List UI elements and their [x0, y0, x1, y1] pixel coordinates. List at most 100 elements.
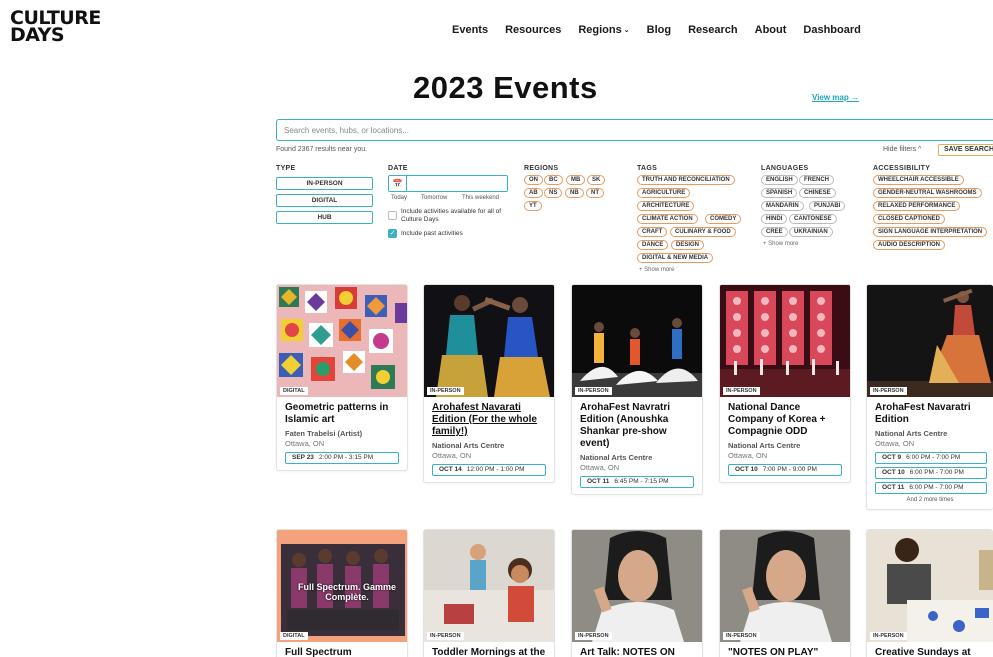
event-title: Full Spectrum [285, 647, 352, 657]
lang-english[interactable]: ENGLISH [761, 175, 798, 185]
lang-punjabi[interactable]: PUNJABI [809, 201, 846, 211]
acc-audio-description[interactable]: AUDIO DESCRIPTION [873, 240, 946, 250]
region-ab[interactable]: AB [524, 188, 543, 198]
event-organizer: National Arts Centre [580, 453, 653, 462]
region-nt[interactable]: NT [586, 188, 604, 198]
region-sk[interactable]: SK [587, 175, 606, 185]
tag-climate-action[interactable]: CLIMATE ACTION [637, 214, 698, 224]
event-type-badge: IN-PERSON [575, 387, 612, 395]
date-today[interactable]: Today [391, 195, 407, 201]
region-bc[interactable]: BC [544, 175, 563, 185]
region-mb[interactable]: MB [566, 175, 586, 185]
include-past-label: Include past activities [401, 230, 463, 237]
tag-digital-new-media[interactable]: DIGITAL & NEW MEDIA [637, 253, 714, 263]
region-on[interactable]: ON [524, 175, 543, 185]
tag-design[interactable]: DESIGN [671, 240, 705, 250]
nav-research[interactable]: Research [688, 24, 738, 36]
event-type-badge: IN-PERSON [427, 632, 464, 640]
event-location: Ottawa, ON [875, 439, 915, 448]
acc-sign-language[interactable]: SIGN LANGUAGE INTERPRETATION [873, 227, 988, 237]
type-digital-button[interactable]: DIGITAL [276, 194, 373, 207]
acc-closed-captioned[interactable]: CLOSED CAPTIONED [873, 214, 946, 224]
save-search-button[interactable]: SAVE SEARCH [938, 144, 993, 156]
event-card[interactable]: IN-PERSON Arohafest Navarati Edition (Fo… [423, 284, 555, 483]
main-nav: Events Resources Regions ⌄ Blog Research … [452, 24, 878, 36]
logo-line-2: DAYS [10, 24, 65, 46]
lang-cree[interactable]: CREE [761, 227, 788, 237]
event-card[interactable]: IN-PERSON National Dance Company of Kore… [719, 284, 851, 483]
tag-dance[interactable]: DANCE [637, 240, 669, 250]
date-tomorrow[interactable]: Tomorrow [421, 195, 447, 201]
type-in-person-button[interactable]: IN-PERSON [276, 177, 373, 190]
type-hub-button[interactable]: HUB [276, 211, 373, 224]
tag-truth-reconciliation[interactable]: TRUTH AND RECONCILIATION [637, 175, 735, 185]
acc-gender-neutral[interactable]: GENDER-NEUTRAL WASHROOMS [873, 188, 982, 198]
more-times-link[interactable]: And 2 more times [867, 494, 993, 509]
languages-show-more[interactable]: + Show more [763, 241, 799, 247]
event-image: IN-PERSON [572, 530, 702, 642]
event-type-badge: DIGITAL [280, 632, 308, 640]
lang-mandarin[interactable]: MANDARIN [761, 201, 804, 211]
acc-wheelchair[interactable]: WHEELCHAIR ACCESSIBLE [873, 175, 964, 185]
event-card[interactable]: IN-PERSON ArohaFest Navratri Edition (An… [571, 284, 703, 495]
search-input[interactable] [277, 120, 993, 141]
tag-craft[interactable]: CRAFT [637, 227, 668, 237]
event-date-slot[interactable]: SEP 23 2:00 PM - 3:15 PM [285, 452, 399, 464]
nav-resources[interactable]: Resources [505, 24, 561, 36]
region-yt[interactable]: YT [524, 201, 542, 211]
event-date-slot[interactable]: OCT 9 6:00 PM - 7:00 PM [875, 452, 987, 464]
view-map-link[interactable]: View map → [812, 93, 859, 102]
event-date-slot[interactable]: OCT 10 7:00 PM - 9:00 PM [728, 464, 842, 476]
region-ns[interactable]: NS [544, 188, 563, 198]
date-this-weekend[interactable]: This weekend [462, 195, 499, 201]
tags-show-more[interactable]: + Show more [639, 267, 675, 273]
tag-culinary-food[interactable]: CULINARY & FOOD [670, 227, 736, 237]
event-location: Ottawa, ON [580, 463, 620, 472]
event-date-slot[interactable]: OCT 14 12:00 PM - 1:00 PM [432, 464, 546, 476]
nav-blog[interactable]: Blog [647, 24, 671, 36]
event-card[interactable]: Full Spectrum. Gamme Complète. DIGITAL F… [276, 529, 408, 657]
event-date-slot[interactable]: OCT 11 6:00 PM - 7:00 PM [875, 482, 987, 494]
event-card[interactable]: IN-PERSON ArohaFest Navaratri Edition Na… [866, 284, 993, 510]
lang-ukrainian[interactable]: UKRAINIAN [789, 227, 833, 237]
nav-regions[interactable]: Regions ⌄ [578, 24, 629, 36]
event-title: ArohaFest Navratri Edition (Anoushka Sha… [580, 402, 671, 449]
region-nb[interactable]: NB [565, 188, 584, 198]
hide-filters-toggle[interactable]: Hide filters ^ [883, 146, 921, 153]
date-filter-label: DATE [388, 165, 408, 172]
event-time: 6:45 PM - 7:15 PM [614, 478, 669, 485]
lang-spanish[interactable]: SPANISH [761, 188, 798, 198]
event-date-slot[interactable]: OCT 10 6:00 PM - 7:00 PM [875, 467, 987, 479]
event-date-slot[interactable]: OCT 11 6:45 PM - 7:15 PM [580, 476, 694, 488]
lang-hindi[interactable]: HINDI [761, 214, 788, 224]
nav-dashboard[interactable]: Dashboard [803, 24, 860, 36]
date-picker[interactable]: 📅 [388, 175, 508, 192]
lang-chinese[interactable]: CHINESE [799, 188, 836, 198]
lang-cantonese[interactable]: CANTONESE [789, 214, 837, 224]
event-card[interactable]: IN-PERSON Creative Sundays at the [866, 529, 993, 657]
acc-relaxed[interactable]: RELAXED PERFORMANCE [873, 201, 961, 211]
event-card[interactable]: DIGITAL Geometric patterns in Islamic ar… [276, 284, 408, 471]
nav-regions-label: Regions [578, 24, 622, 36]
include-past-checkbox[interactable]: ✓ [388, 229, 397, 238]
tag-architecture[interactable]: ARCHITECTURE [637, 201, 695, 211]
event-card[interactable]: IN-PERSON "NOTES ON PLAY" [719, 529, 851, 657]
event-time: 6:00 PM - 7:00 PM [906, 454, 961, 461]
tag-comedy[interactable]: COMEDY [705, 214, 742, 224]
event-card[interactable]: IN-PERSON Art Talk: NOTES ON [571, 529, 703, 657]
event-title[interactable]: Arohafest Navarati Edition (For the whol… [424, 397, 554, 438]
event-image: IN-PERSON [572, 285, 702, 397]
event-type-badge: IN-PERSON [427, 387, 464, 395]
include-all-checkbox[interactable] [388, 211, 397, 220]
nav-about[interactable]: About [755, 24, 787, 36]
culture-days-logo[interactable]: CULTURE DAYS [10, 9, 101, 46]
event-image: IN-PERSON [720, 285, 850, 397]
event-type-badge: IN-PERSON [723, 387, 760, 395]
type-filter-label: TYPE [276, 165, 296, 172]
lang-french[interactable]: FRENCH [799, 175, 834, 185]
event-organizer: National Arts Centre [432, 441, 505, 450]
tag-agriculture[interactable]: AGRICULTURE [637, 188, 691, 198]
nav-events[interactable]: Events [452, 24, 488, 36]
event-card[interactable]: IN-PERSON Toddler Mornings at the [423, 529, 555, 657]
results-count: Found 2367 results near you. [276, 146, 368, 153]
